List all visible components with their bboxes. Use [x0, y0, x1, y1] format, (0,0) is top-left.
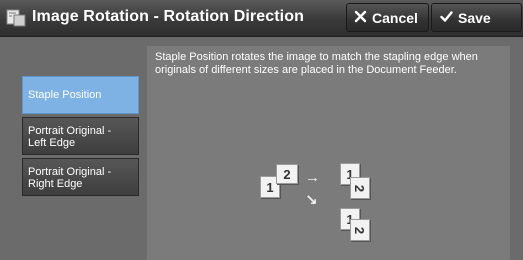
image-rotation-icon	[6, 9, 26, 27]
option-portrait-right-edge[interactable]: Portrait Original - Right Edge	[22, 158, 139, 196]
page-title: Image Rotation - Rotation Direction	[32, 8, 304, 25]
checkmark-icon	[440, 10, 453, 26]
option-label: Portrait Original - Left Edge	[28, 125, 112, 149]
description-panel: Staple Position rotates the image to mat…	[147, 46, 510, 260]
result-page-2-lower: 2	[350, 219, 370, 241]
right-arrow-icon: →	[305, 169, 320, 186]
option-staple-position[interactable]: Staple Position	[22, 76, 139, 114]
result-page-2-rotated: 2	[350, 177, 370, 199]
down-right-arrow-icon: ↘	[305, 192, 318, 209]
cancel-label: Cancel	[372, 9, 418, 26]
option-description: Staple Position rotates the image to mat…	[155, 51, 478, 76]
x-icon	[354, 10, 367, 26]
rotation-options-list: Staple Position Portrait Original - Left…	[22, 76, 139, 199]
save-label: Save	[458, 9, 491, 26]
cancel-button[interactable]: Cancel	[346, 3, 429, 32]
diagram-page-2: 2	[276, 164, 298, 184]
rotation-diagram: 1 2 → ↘ 1 2 1 2	[260, 161, 400, 256]
option-label: Portrait Original - Right Edge	[28, 166, 112, 190]
save-button[interactable]: Save	[431, 3, 522, 32]
option-label: Staple Position	[28, 89, 102, 101]
option-portrait-left-edge[interactable]: Portrait Original - Left Edge	[22, 117, 139, 155]
title-bar: Image Rotation - Rotation Direction Canc…	[0, 0, 523, 37]
